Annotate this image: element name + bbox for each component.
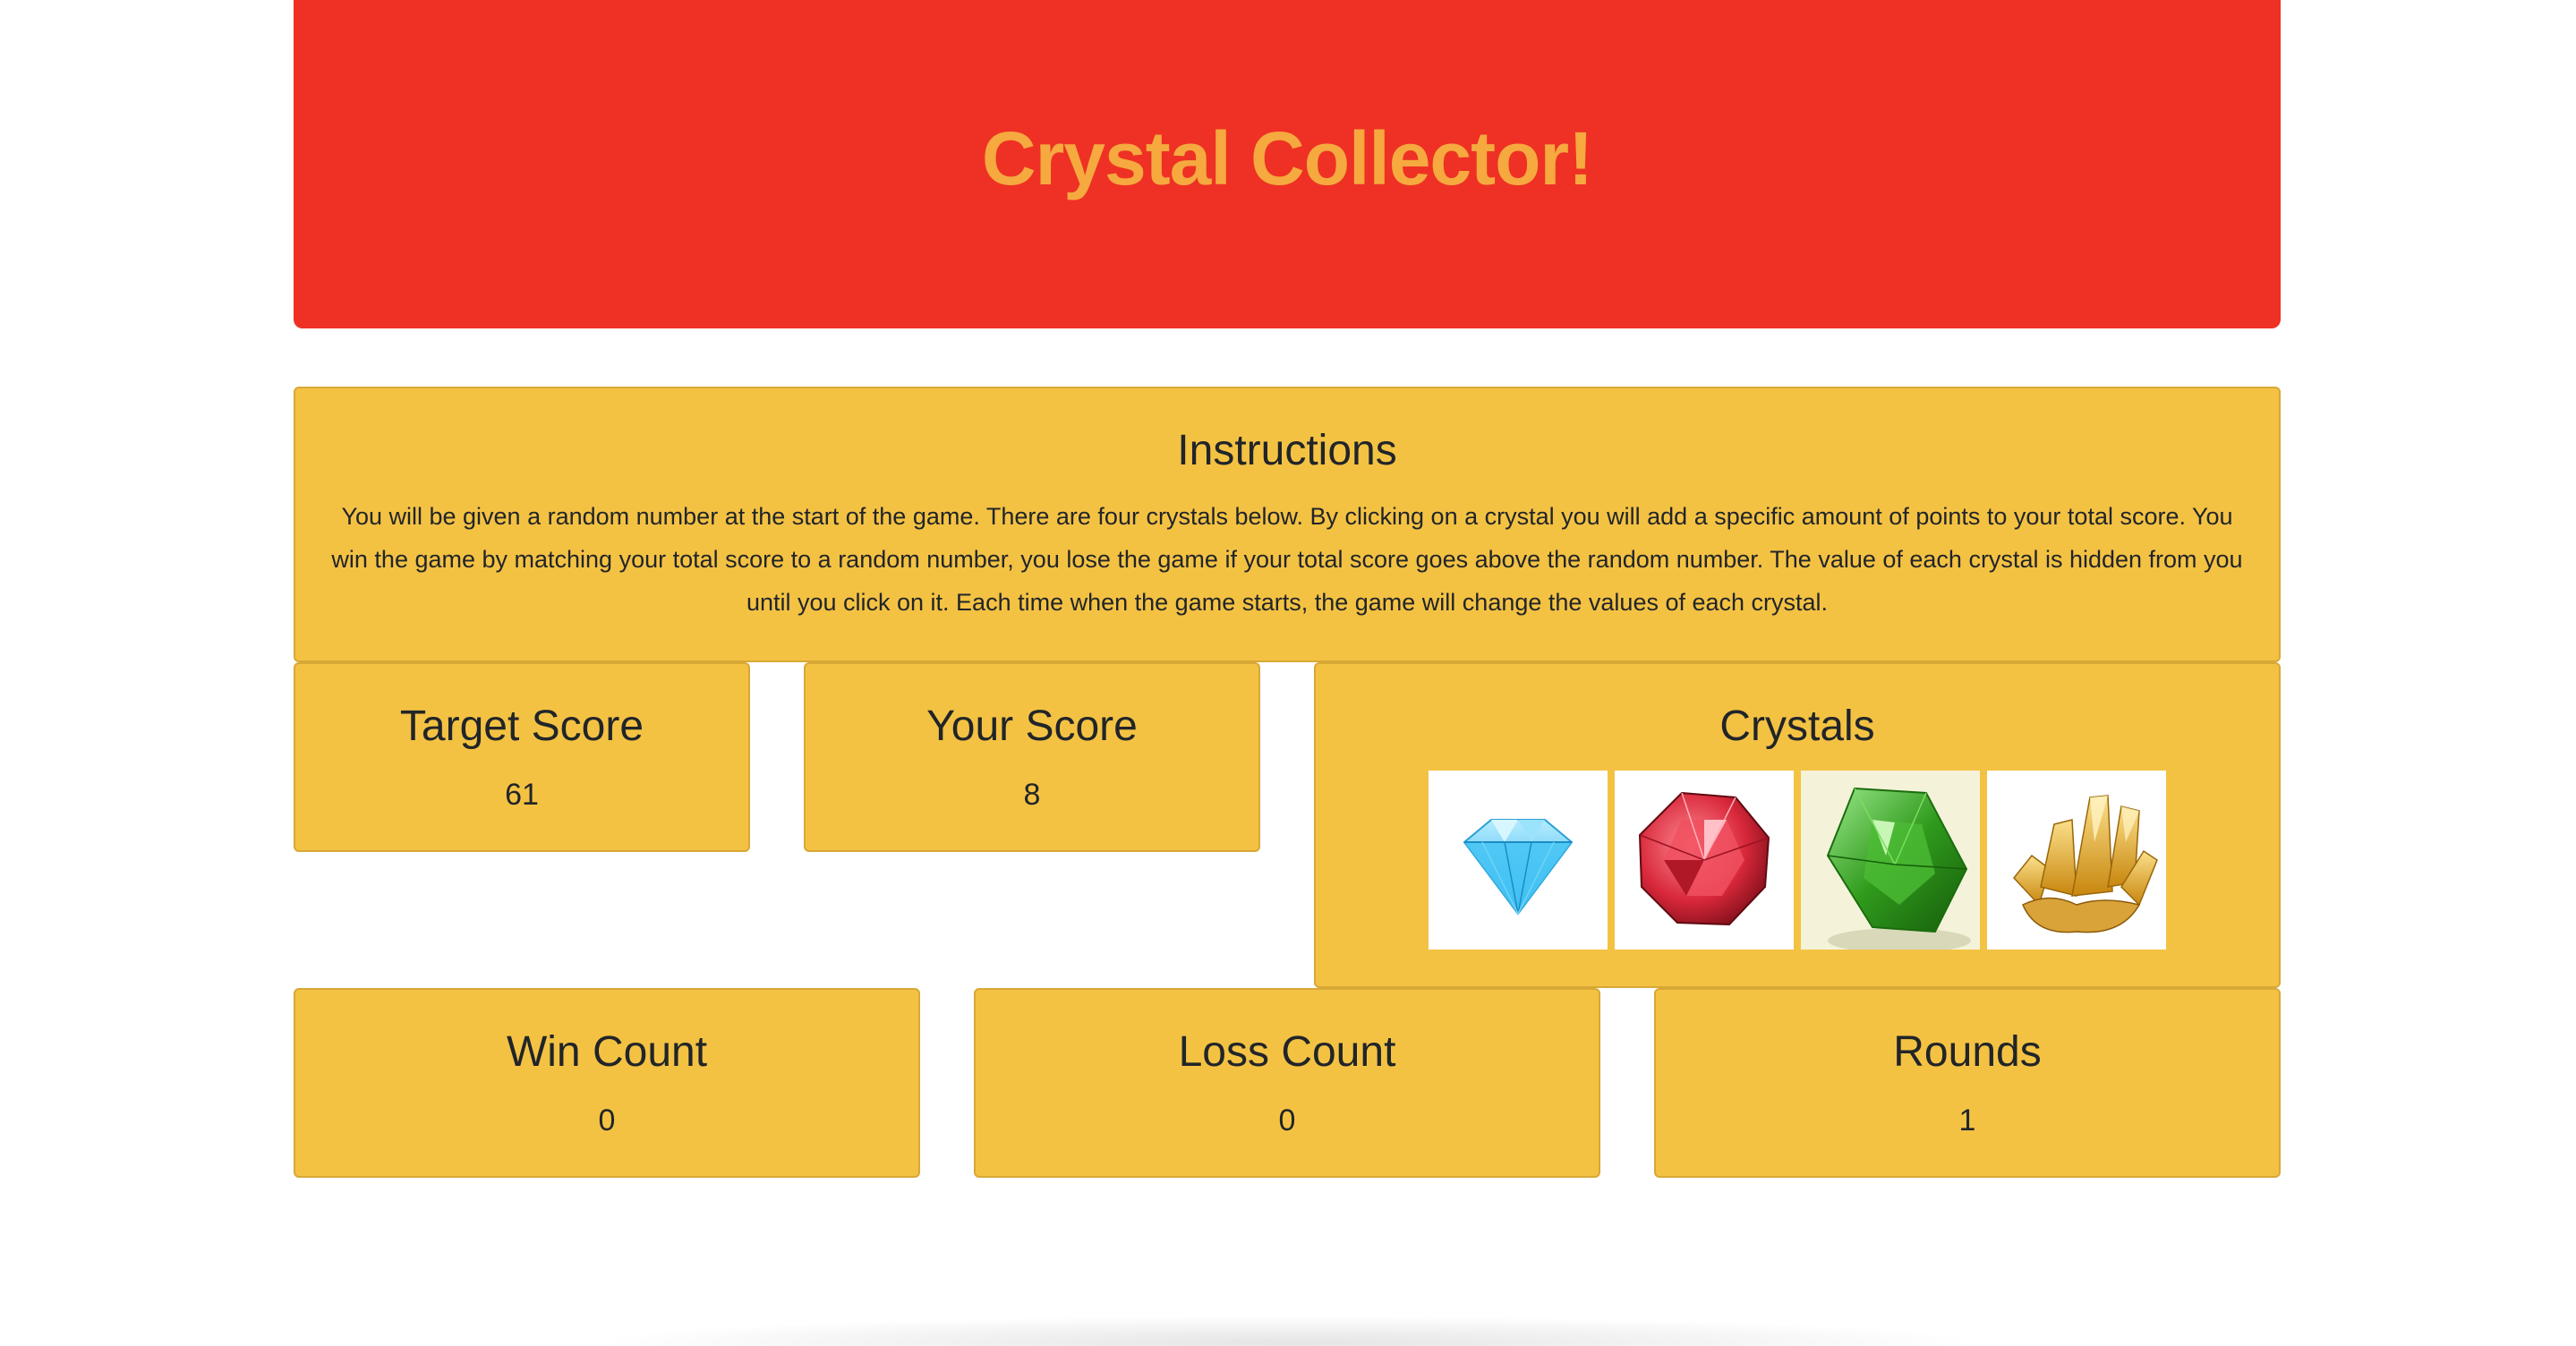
yellow-crystal-cluster-icon[interactable]: [1987, 771, 2166, 950]
instructions-panel: Instructions You will be given a random …: [294, 387, 2281, 662]
crystals-label: Crystals: [1719, 703, 1875, 750]
page: Crystal Collector! Instructions You will…: [0, 0, 2576, 1346]
rounds-label: Rounds: [1893, 1028, 2042, 1076]
target-score-label: Target Score: [399, 703, 644, 750]
header-banner: Crystal Collector!: [294, 0, 2281, 328]
loss-count-panel: Loss Count 0: [974, 988, 1600, 1178]
crystal-buttons: [1316, 771, 2279, 950]
win-count-value: 0: [598, 1103, 616, 1137]
target-score-panel: Target Score 61: [294, 662, 750, 852]
win-count-label: Win Count: [506, 1028, 708, 1076]
bottom-shadow: [591, 1316, 1987, 1346]
green-emerald-icon[interactable]: [1801, 771, 1980, 950]
loss-count-value: 0: [1278, 1103, 1296, 1137]
loss-count-label: Loss Count: [1178, 1028, 1396, 1076]
rounds-value: 1: [1958, 1103, 1976, 1137]
blue-diamond-icon[interactable]: [1429, 771, 1608, 950]
instructions-title: Instructions: [1177, 427, 1397, 474]
instructions-text: You will be given a random number at the…: [331, 503, 2243, 616]
rounds-panel: Rounds 1: [1654, 988, 2281, 1178]
your-score-label: Your Score: [926, 703, 1138, 750]
page-title: Crystal Collector!: [981, 116, 1593, 200]
win-count-panel: Win Count 0: [294, 988, 920, 1178]
crystals-panel: Crystals: [1314, 662, 2281, 988]
your-score-value: 8: [1023, 778, 1041, 812]
red-ruby-icon[interactable]: [1615, 771, 1794, 950]
target-score-value: 61: [505, 778, 539, 812]
your-score-panel: Your Score 8: [804, 662, 1260, 852]
